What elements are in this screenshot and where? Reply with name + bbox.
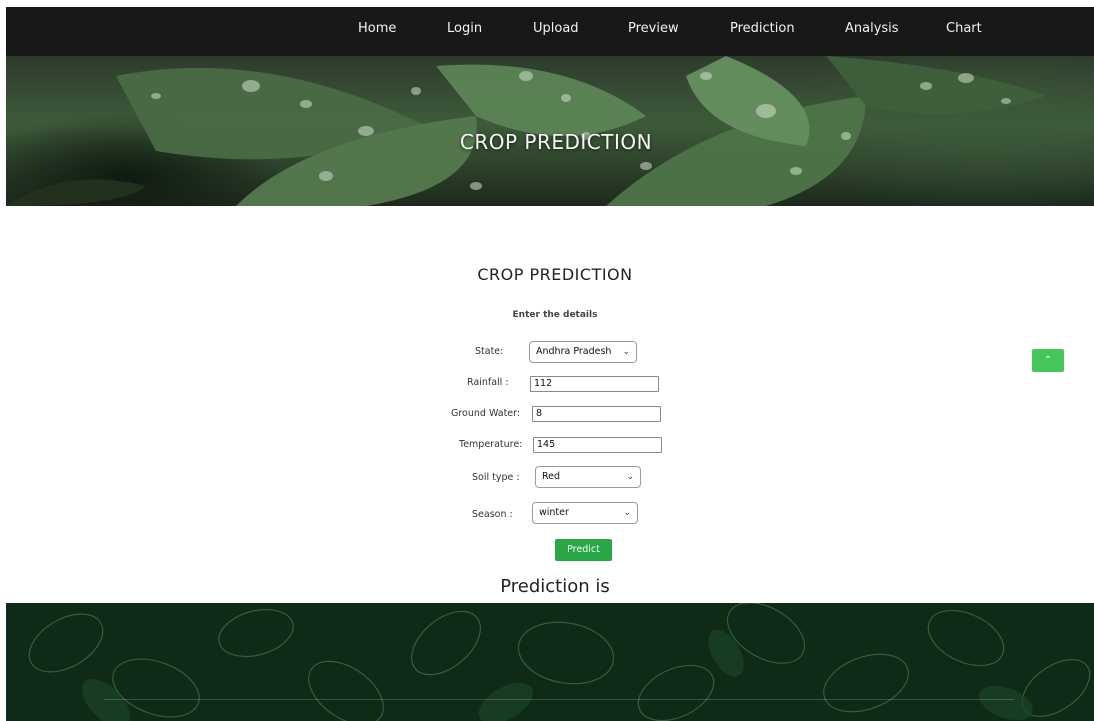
nav-prediction[interactable]: Prediction [730,21,795,36]
hero-banner: CROP PREDICTION [6,56,1094,206]
season-label: Season : [472,509,513,520]
top-navigation: Home Login Upload Preview Prediction Ana… [6,7,1094,56]
chevron-down-icon: ⌄ [626,472,634,482]
soil-type-label: Soil type : [472,472,520,483]
state-select[interactable]: Andhra Pradesh ⌄ [529,341,637,363]
prediction-result: Prediction is [500,576,610,597]
nav-home[interactable]: Home [358,21,396,36]
temperature-input[interactable]: 145 [533,437,662,453]
chevron-up-icon: ⌃ [1043,355,1053,366]
rainfall-input[interactable]: 112 [530,376,659,392]
nav-login[interactable]: Login [447,21,482,36]
nav-preview[interactable]: Preview [628,21,679,36]
nav-analysis[interactable]: Analysis [845,21,899,36]
page-title: CROP PREDICTION [477,265,633,284]
state-select-value: Andhra Pradesh [536,346,612,357]
scroll-to-top-button[interactable]: ⌃ [1032,349,1064,372]
rainfall-label: Rainfall : [467,377,509,388]
soil-type-select-value: Red [542,471,561,482]
nav-chart[interactable]: Chart [946,21,982,36]
predict-button[interactable]: Predict [555,539,612,561]
ground-water-input[interactable]: 8 [532,406,661,422]
nav-upload[interactable]: Upload [533,21,579,36]
form-subtitle: Enter the details [512,310,598,320]
footer [6,603,1094,721]
season-select-value: winter [539,507,569,518]
state-label: State: [475,346,504,357]
soil-type-select[interactable]: Red ⌄ [535,466,641,488]
ground-water-label: Ground Water: [451,408,521,419]
leaf-pattern-background [28,603,1091,721]
chevron-down-icon: ⌄ [622,347,630,357]
season-select[interactable]: winter ⌄ [532,502,638,524]
footer-divider [104,699,1014,700]
temperature-label: Temperature: [459,439,523,450]
chevron-down-icon: ⌄ [623,508,631,518]
hero-title: CROP PREDICTION [459,130,653,154]
